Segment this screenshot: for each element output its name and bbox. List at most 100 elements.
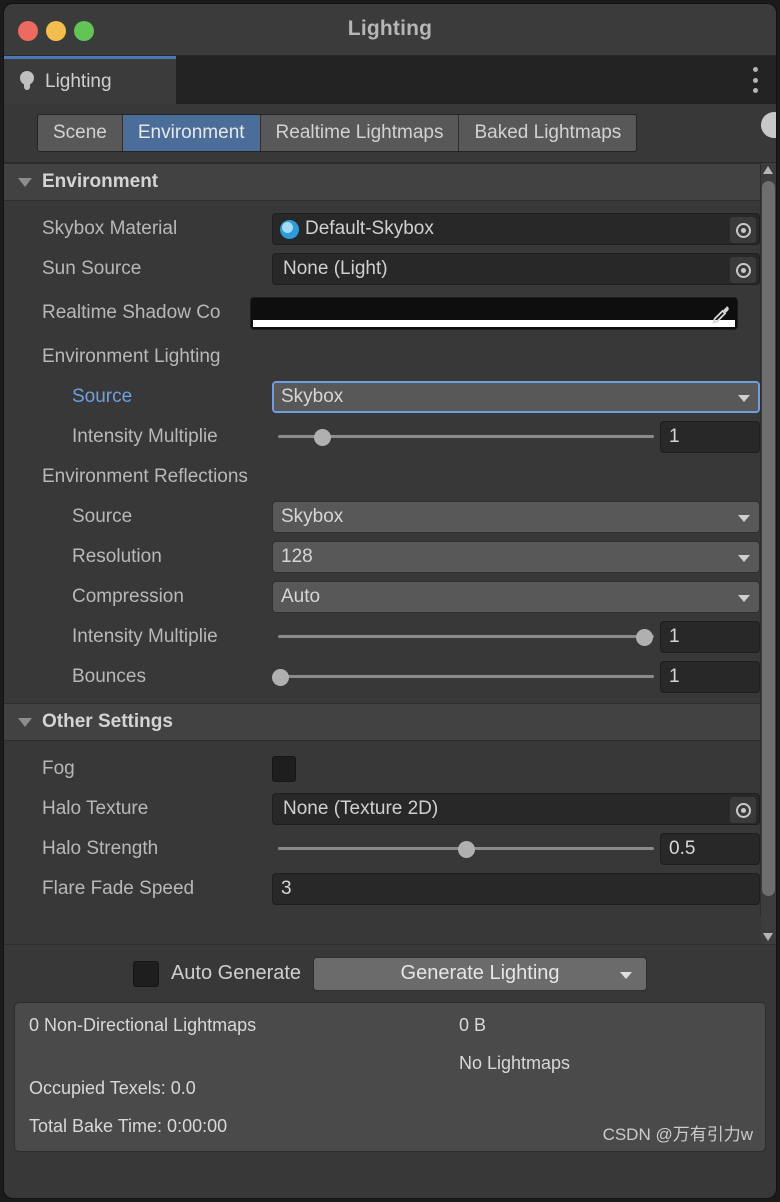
chevron-down-icon [738,515,750,522]
env-reflections-intensity-slider[interactable] [272,621,660,653]
env-reflections-intensity-value[interactable]: 1 [660,621,760,653]
chevron-down-icon [18,717,32,727]
eyedropper-icon[interactable] [707,301,733,327]
label-halo-strength: Halo Strength [42,838,159,859]
environment-group: Skybox Material Default-Skybox Sun Sourc… [4,201,760,703]
footer-actions: Auto Generate Generate Lighting [4,944,776,1002]
stat-non-directional-lightmaps: 0 Non-Directional Lightmaps [29,1015,257,1035]
mode-tab-group: Scene Environment Realtime Lightmaps Bak… [37,114,638,152]
chevron-down-icon [18,177,32,187]
env-lighting-intensity-slider[interactable] [272,421,660,453]
object-picker-icon[interactable] [730,257,756,283]
row-env-reflections-bounces: Bounces 1 [4,657,760,697]
stat-no-lightmaps: No Lightmaps [459,1053,571,1073]
stat-lightmap-size: 0 B [459,1015,487,1035]
label-realtime-shadow-color: Realtime Shadow Co [42,302,221,323]
watermark: CSDN @万有引力w [602,1125,753,1144]
sun-source-value: None (Light) [283,258,388,279]
scrollbar-thumb[interactable] [762,181,775,896]
flare-fade-speed-value[interactable]: 3 [272,873,760,905]
title-bar: Lighting [4,4,776,56]
row-env-lighting-source: Source Skybox [4,377,760,417]
skybox-material-value: Default-Skybox [305,218,434,239]
label-skybox-material: Skybox Material [42,218,178,239]
section-title-other-settings: Other Settings [42,711,173,732]
label-flare-fade-speed: Flare Fade Speed [42,878,195,899]
stat-occupied-texels: Occupied Texels: 0.0 [29,1078,196,1098]
label-env-reflections-compression: Compression [72,586,184,607]
object-picker-icon[interactable] [730,217,756,243]
tab-realtime-lightmaps[interactable]: Realtime Lightmaps [260,115,460,151]
slider-knob[interactable] [458,841,475,858]
chevron-down-icon[interactable] [620,971,633,979]
row-fog: Fog [4,749,760,789]
sun-source-field[interactable]: None (Light) [272,253,760,285]
tab-scene[interactable]: Scene [38,115,123,151]
dock-tab-label: Lighting [45,70,112,92]
vertical-scrollbar[interactable] [761,163,776,944]
other-settings-group: Fog Halo Texture None (Texture 2D) Halo … [4,741,760,915]
skybox-material-field[interactable]: Default-Skybox [272,213,760,245]
generate-lighting-label: Generate Lighting [400,962,560,984]
color-alpha-bar [253,319,735,327]
slider-track [278,635,654,638]
slider-knob[interactable] [271,669,289,686]
settings-content: Environment Skybox Material Default-Skyb… [4,163,761,915]
row-env-reflections-source: Source Skybox [4,497,760,537]
row-sun-source: Sun Source None (Light) [4,249,760,289]
material-sphere-icon [280,219,299,239]
label-fog: Fog [42,758,75,779]
label-env-lighting-source: Source [72,386,133,407]
env-lighting-intensity-value[interactable]: 1 [660,421,760,453]
row-env-reflections-intensity: Intensity Multiplie 1 [4,617,760,657]
realtime-shadow-color-field[interactable] [250,296,738,330]
row-realtime-shadow-color: Realtime Shadow Co [4,289,760,337]
section-header-environment[interactable]: Environment [4,163,760,201]
subhead-environment-reflections: Environment Reflections [42,466,248,487]
kebab-dot-2 [752,77,758,83]
label-env-reflections-source: Source [72,506,133,527]
tab-environment[interactable]: Environment [122,115,261,151]
dock-tab-lighting[interactable]: Lighting [4,56,176,104]
window-title: Lighting [347,17,433,40]
lighting-stats-panel: 0 Non-Directional Lightmaps 0 B No Light… [14,1002,766,1152]
env-lighting-source-dropdown[interactable]: Skybox [272,381,760,413]
row-skybox-material: Skybox Material Default-Skybox [4,209,760,249]
kebab-menu-icon[interactable] [752,67,758,93]
help-icon[interactable] [761,112,776,138]
label-env-reflections-bounces: Bounces [72,666,146,687]
row-env-lighting-intensity: Intensity Multiplie 1 [4,417,760,457]
section-header-other-settings[interactable]: Other Settings [4,703,760,741]
row-halo-strength: Halo Strength 0.5 [4,829,760,869]
env-reflections-source-dropdown[interactable]: Skybox [272,501,760,533]
tab-baked-lightmaps[interactable]: Baked Lightmaps [459,115,637,151]
env-reflections-resolution-value: 128 [281,546,313,567]
slider-knob[interactable] [314,429,332,446]
lighting-window: Lighting Lighting Scene Environment Real… [4,4,776,1198]
mode-toolbar: Scene Environment Realtime Lightmaps Bak… [4,104,776,162]
env-reflections-compression-value: Auto [281,586,321,607]
halo-texture-value: None (Texture 2D) [283,798,439,819]
slider-knob[interactable] [636,629,654,646]
fog-checkbox[interactable] [272,756,296,782]
halo-strength-slider[interactable] [272,833,660,865]
env-reflections-source-value: Skybox [281,506,344,527]
object-picker-icon[interactable] [730,797,756,823]
halo-strength-value[interactable]: 0.5 [660,833,760,865]
generate-lighting-button[interactable]: Generate Lighting [313,956,648,991]
env-reflections-bounces-slider[interactable] [271,661,660,693]
env-reflections-resolution-dropdown[interactable]: 128 [272,541,760,573]
auto-generate-checkbox[interactable] [132,960,159,987]
env-reflections-bounces-value[interactable]: 1 [660,661,760,693]
slider-track [278,675,654,678]
kebab-dot-1 [752,67,758,72]
section-title-environment: Environment [42,171,159,192]
row-env-reflections-compression: Compression Auto [4,577,760,617]
row-env-reflections-resolution: Resolution 128 [4,537,760,577]
scroll-down-arrow-icon[interactable] [763,933,773,941]
label-env-lighting-intensity: Intensity Multiplie [72,426,218,447]
scroll-up-arrow-icon[interactable] [763,166,773,174]
env-lighting-source-value: Skybox [281,386,344,407]
env-reflections-compression-dropdown[interactable]: Auto [272,581,760,613]
halo-texture-field[interactable]: None (Texture 2D) [272,793,760,825]
